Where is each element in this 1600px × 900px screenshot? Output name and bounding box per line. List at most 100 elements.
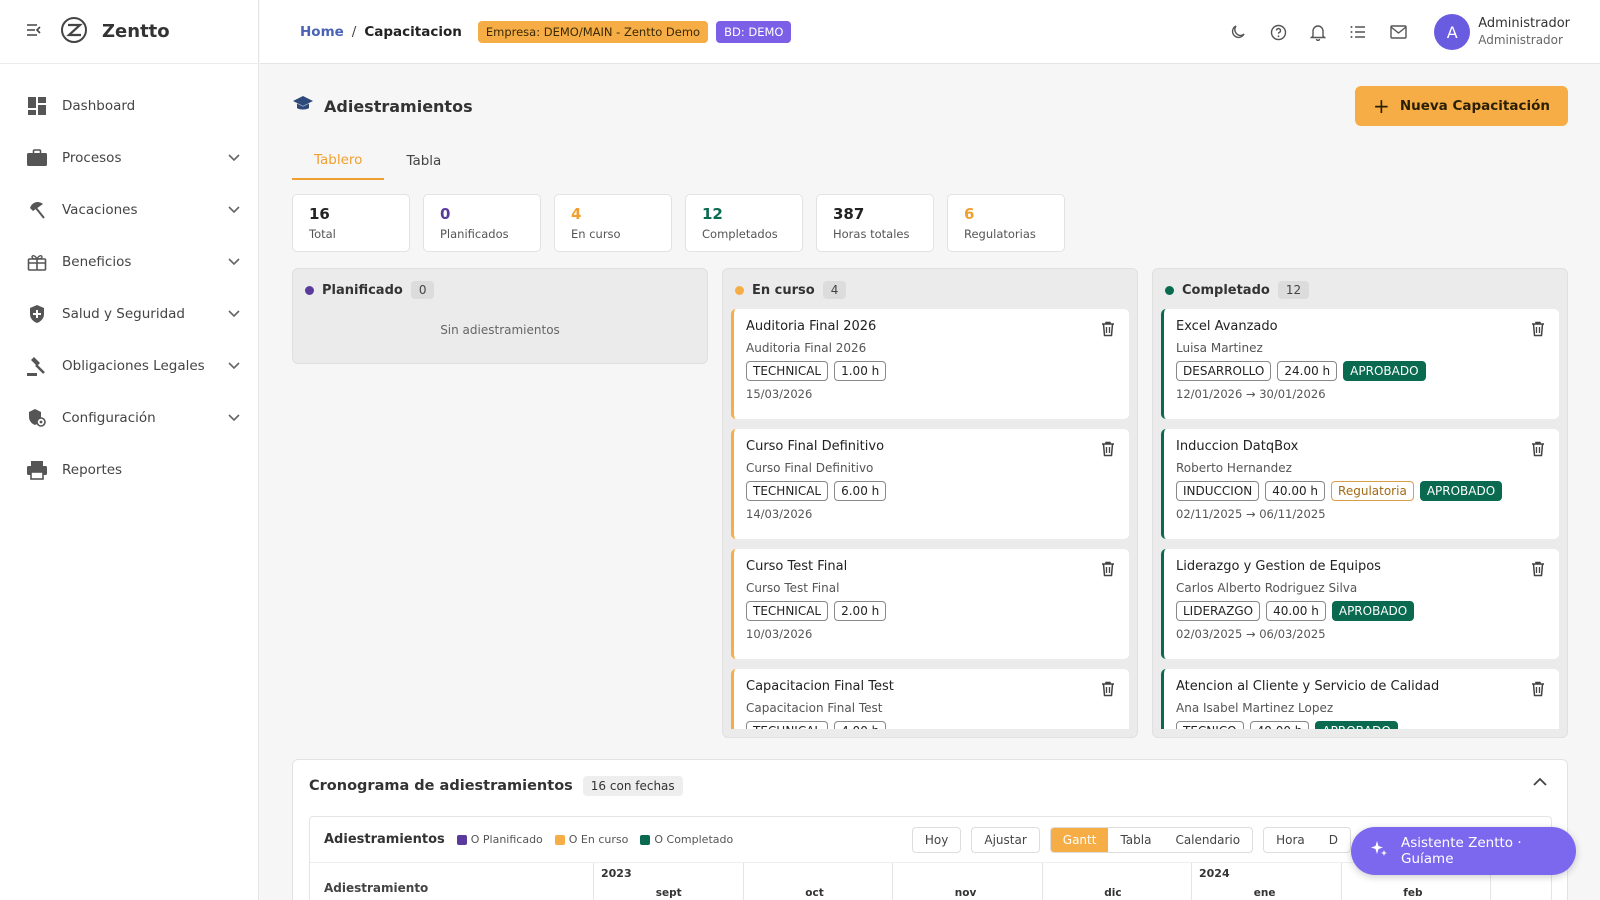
database-badge: BD: DEMO (716, 20, 792, 43)
today-button[interactable]: Hoy (911, 826, 962, 853)
sidebar-item-label: Reportes (62, 462, 123, 478)
type-tag: LIDERAZGO (1176, 601, 1261, 621)
sidebar-item-reportes[interactable]: Reportes (0, 444, 258, 496)
cronograma-title: Cronograma de adiestramientos (309, 778, 573, 794)
stat-card: 12 Completados (685, 194, 803, 252)
sidebar-item-configuracion[interactable]: Configuración (0, 392, 258, 444)
trash-icon[interactable] (1101, 561, 1115, 581)
trash-icon[interactable] (1531, 561, 1545, 581)
stat-card: 0 Planificados (423, 194, 541, 252)
view-tabla[interactable]: Tabla (1108, 828, 1163, 852)
sidebar-item-beneficios[interactable]: Beneficios (0, 236, 258, 288)
column-title: Planificado (322, 282, 403, 298)
stat-value: 387 (833, 205, 865, 223)
trash-icon[interactable] (1531, 441, 1545, 461)
training-card[interactable]: Curso Test Final Curso Test Final TECHNICA… (731, 549, 1129, 659)
card-title: Curso Test Final (746, 559, 848, 574)
training-card[interactable]: Capacitacion Final Test Capacitacion Fina… (731, 669, 1129, 729)
kanban-board: Planificado 0 Sin adiestramientos En cur… (292, 268, 1568, 738)
card-title: Atencion al Cliente y Servicio de Calida… (1176, 679, 1440, 694)
tab-tablero[interactable]: Tablero (292, 142, 385, 180)
zentto-logo-icon (60, 16, 88, 48)
grid-line (593, 863, 594, 900)
card-title: Capacitacion Final Test (746, 679, 894, 694)
dashboard-icon (26, 95, 48, 117)
graduation-cap-icon (292, 95, 314, 117)
gantt-title: Adiestramientos (324, 832, 445, 847)
grid-line (892, 863, 893, 900)
view-calendario[interactable]: Calendario (1163, 828, 1252, 852)
empresa-badge[interactable]: Empresa: DEMO/MAIN - Zentto Demo (477, 20, 709, 43)
training-card[interactable]: Auditoria Final 2026 Auditoria Final 2026… (731, 309, 1129, 419)
sidebar-item-label: Procesos (62, 150, 122, 166)
user-avatar[interactable]: A (1434, 14, 1471, 50)
trash-icon[interactable] (1101, 681, 1115, 701)
gantt-column-label: Adiestramiento (324, 881, 429, 895)
type-tag: TECNICO (1176, 721, 1244, 729)
card-date: 14/03/2026 (746, 507, 813, 521)
column-en-curso: En curso 4 Auditoria Final 2026 Auditoria… (722, 268, 1138, 738)
training-card[interactable]: Atencion al Cliente y Servicio de Calida… (1161, 669, 1559, 729)
dark-mode-icon[interactable] (1218, 12, 1258, 52)
grid-line (1041, 863, 1043, 900)
new-training-button[interactable]: + Nueva Capacitación (1355, 86, 1568, 126)
notifications-bell-icon[interactable] (1298, 12, 1338, 52)
help-icon[interactable] (1258, 12, 1298, 52)
card-title: Liderazgo y Gestion de Equipos (1176, 559, 1381, 574)
sidebar-item-label: Beneficios (62, 254, 132, 270)
view-switch: Gantt Tabla Calendario (1049, 826, 1254, 853)
stat-label: En curso (571, 227, 621, 241)
brand: Zentto (0, 0, 258, 64)
training-card[interactable]: Excel Avanzado Luisa Martinez DESARROLLO 24… (1161, 309, 1559, 419)
stat-label: Regulatorias (964, 227, 1036, 241)
hours-tag: 24.00 h (1277, 361, 1338, 381)
planificado-dot (305, 285, 314, 295)
en-curso-cards: Auditoria Final 2026 Auditoria Final 2026… (731, 309, 1129, 729)
card-subtitle: Capacitacion Final Test (746, 701, 883, 715)
breadcrumb-current: Capacitacion (364, 23, 462, 40)
card-subtitle: Auditoria Final 2026 (746, 341, 867, 355)
trash-icon[interactable] (1531, 321, 1545, 341)
sidebar-item-obligaciones-legales[interactable]: Obligaciones Legales (0, 340, 258, 392)
breadcrumb-home[interactable]: Home (300, 24, 344, 40)
sidebar-item-procesos[interactable]: Procesos (0, 132, 258, 184)
timeline-month: oct (805, 887, 824, 899)
tab-tabla[interactable]: Tabla (384, 142, 463, 180)
sidebar-item-dashboard[interactable]: Dashboard (0, 80, 258, 132)
chevron-down-icon (228, 255, 240, 269)
scale-dia[interactable]: D (1317, 828, 1350, 852)
task-list-icon[interactable] (1338, 12, 1378, 52)
card-date: 02/03/2025 → 06/03/2025 (1176, 627, 1326, 641)
trash-icon[interactable] (1101, 441, 1115, 461)
type-tag: TECHNICAL (746, 481, 829, 501)
trash-icon[interactable] (1101, 321, 1115, 341)
scale-switch: Hora D (1263, 826, 1351, 853)
training-card[interactable]: Induccion DatqBox Roberto Hernandez INDUCC… (1161, 429, 1559, 539)
gift-icon (26, 251, 48, 273)
sidebar-item-salud-y-seguridad[interactable]: Salud y Seguridad (0, 288, 258, 340)
column-count: 12 (1277, 281, 1310, 299)
topbar: Home / Capacitacion Empresa: DEMO/MAIN -… (260, 0, 1600, 64)
stat-card: 16 Total (292, 194, 410, 252)
sidebar-item-vacaciones[interactable]: Vacaciones (0, 184, 258, 236)
card-title: Excel Avanzado (1176, 319, 1278, 334)
completado-dot (1165, 285, 1174, 295)
status-badge: APROBADO (1315, 721, 1398, 729)
training-card[interactable]: Curso Final Definitivo Curso Final Defini… (731, 429, 1129, 539)
fit-button[interactable]: Ajustar (971, 826, 1040, 853)
scale-hora[interactable]: Hora (1264, 828, 1317, 852)
type-tag: INDUCCION (1176, 481, 1260, 501)
menu-collapse-icon[interactable] (26, 22, 42, 41)
training-card[interactable]: Liderazgo y Gestion de Equipos Carlos Alb… (1161, 549, 1559, 659)
mail-icon[interactable] (1378, 12, 1418, 52)
card-date: 10/03/2026 (746, 627, 813, 641)
assistant-button[interactable]: Asistente Zentto · Guíame (1351, 827, 1576, 875)
settings-icon (26, 407, 48, 429)
user-info[interactable]: Administrador Administrador (1478, 15, 1570, 49)
collapse-chevron-icon[interactable] (1533, 776, 1547, 791)
card-date: 12/01/2026 → 30/01/2026 (1176, 387, 1326, 401)
view-gantt[interactable]: Gantt (1050, 827, 1109, 852)
trash-icon[interactable] (1531, 681, 1545, 701)
user-name: Administrador (1478, 16, 1570, 31)
status-badge: APROBADO (1419, 481, 1503, 501)
